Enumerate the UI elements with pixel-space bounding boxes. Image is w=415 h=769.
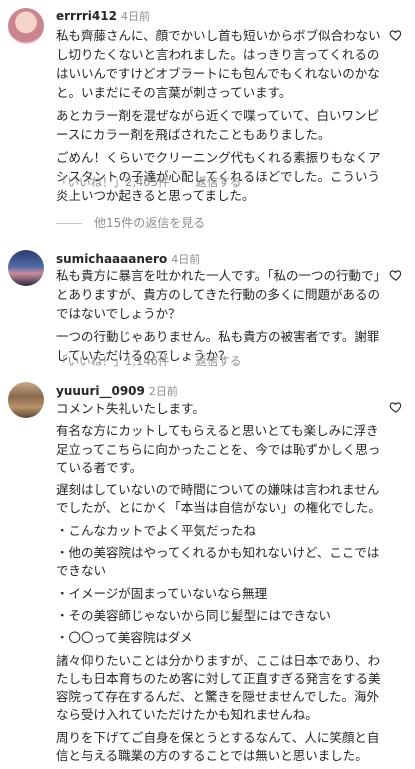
comment-paragraph: ・他の美容院はやってくれるかも知れないけど、ここではできない: [56, 545, 380, 579]
comment-paragraph: 私も貴方に暴言を吐かれた一人です。「私の一つの行動で」とありますが、貴方のしてき…: [56, 268, 381, 321]
timestamp: 4日前: [171, 253, 201, 266]
heart-icon[interactable]: [389, 400, 403, 414]
avatar[interactable]: [8, 250, 44, 286]
comment-header: errrri412 4日前: [56, 8, 150, 25]
username[interactable]: errrri412: [56, 9, 117, 23]
heart-icon[interactable]: [389, 28, 403, 42]
divider: [56, 223, 82, 224]
timestamp: 4日前: [120, 10, 150, 23]
avatar[interactable]: [8, 382, 44, 418]
view-more-replies[interactable]: 他15件の返信を見る: [56, 214, 205, 231]
reply-button[interactable]: 返信する: [195, 175, 241, 189]
like-count[interactable]: 「いいね！」1,146件: [56, 354, 169, 368]
heart-icon[interactable]: [389, 268, 403, 282]
comment-paragraph: 諸々仰りたいことは分かりますが、ここは日本であり、わたしも日本育ちのため客に対し…: [56, 652, 381, 723]
like-count[interactable]: 「いいね！」2,405件: [56, 175, 169, 189]
comment-paragraph: ・その美容師じゃないから同じ髪型にはできない: [56, 607, 332, 623]
avatar[interactable]: [8, 8, 44, 44]
comment-paragraph: 有名な方にカットしてもらえると思いとても楽しみに浮き足立ってこちらに向かったこと…: [56, 423, 381, 475]
comment-paragraph: 私も齊藤さんに、顔でかいし首も短いからボブ似合わないし切りたくないと言われました…: [56, 28, 381, 100]
comment-meta: 「いいね！」1,146件 返信する: [56, 353, 241, 369]
comment-paragraph: 遅刻はしていないので時間についての嫌味は言われませんでしたが、とにかく「本当は自…: [56, 482, 381, 516]
comment-paragraph: ・こんなカットでよく平気だったね: [56, 522, 257, 538]
comment: errrri412 4日前 私も齊藤さんに、顔でかいし首も短いからボブ似合わないし…: [0, 0, 415, 230]
username[interactable]: sumichaaaanero: [56, 252, 167, 266]
comment-paragraph: 周りを下げてご自身を保とうとするなんて、人に笑顔と自信と与える職業の方のすること…: [56, 729, 380, 764]
comment-paragraph: ・イメージが固まっていないなら無理: [56, 585, 268, 601]
comment-header: yuuuri__0909 2日前: [56, 383, 178, 400]
comment-text: コメント失礼いたします。 有名な方にカットしてもらえると思いとても楽しみに浮き足…: [56, 400, 381, 769]
comment-meta: 「いいね！」2,405件 返信する: [56, 174, 241, 190]
username[interactable]: yuuuri__0909: [56, 384, 145, 398]
timestamp: 2日前: [148, 385, 178, 398]
comment: yuuuri__0909 2日前 コメント失礼いたします。 有名な方にカットしても…: [0, 382, 415, 763]
view-more-replies-label: 他15件の返信を見る: [94, 216, 206, 230]
comment-paragraph: ・〇〇って美容院はダメ: [56, 630, 193, 646]
comment-paragraph: コメント失礼いたします。: [56, 401, 205, 416]
comment-paragraph: あとカラー剤を混ぜながら近くで喋っていて、白いワンピースにカラー剤を飛ばされたこ…: [56, 108, 380, 142]
reply-button[interactable]: 返信する: [195, 354, 241, 368]
comment: sumichaaaanero 4日前 私も貴方に暴言を吐かれた一人です。「私の一つ…: [0, 250, 415, 368]
